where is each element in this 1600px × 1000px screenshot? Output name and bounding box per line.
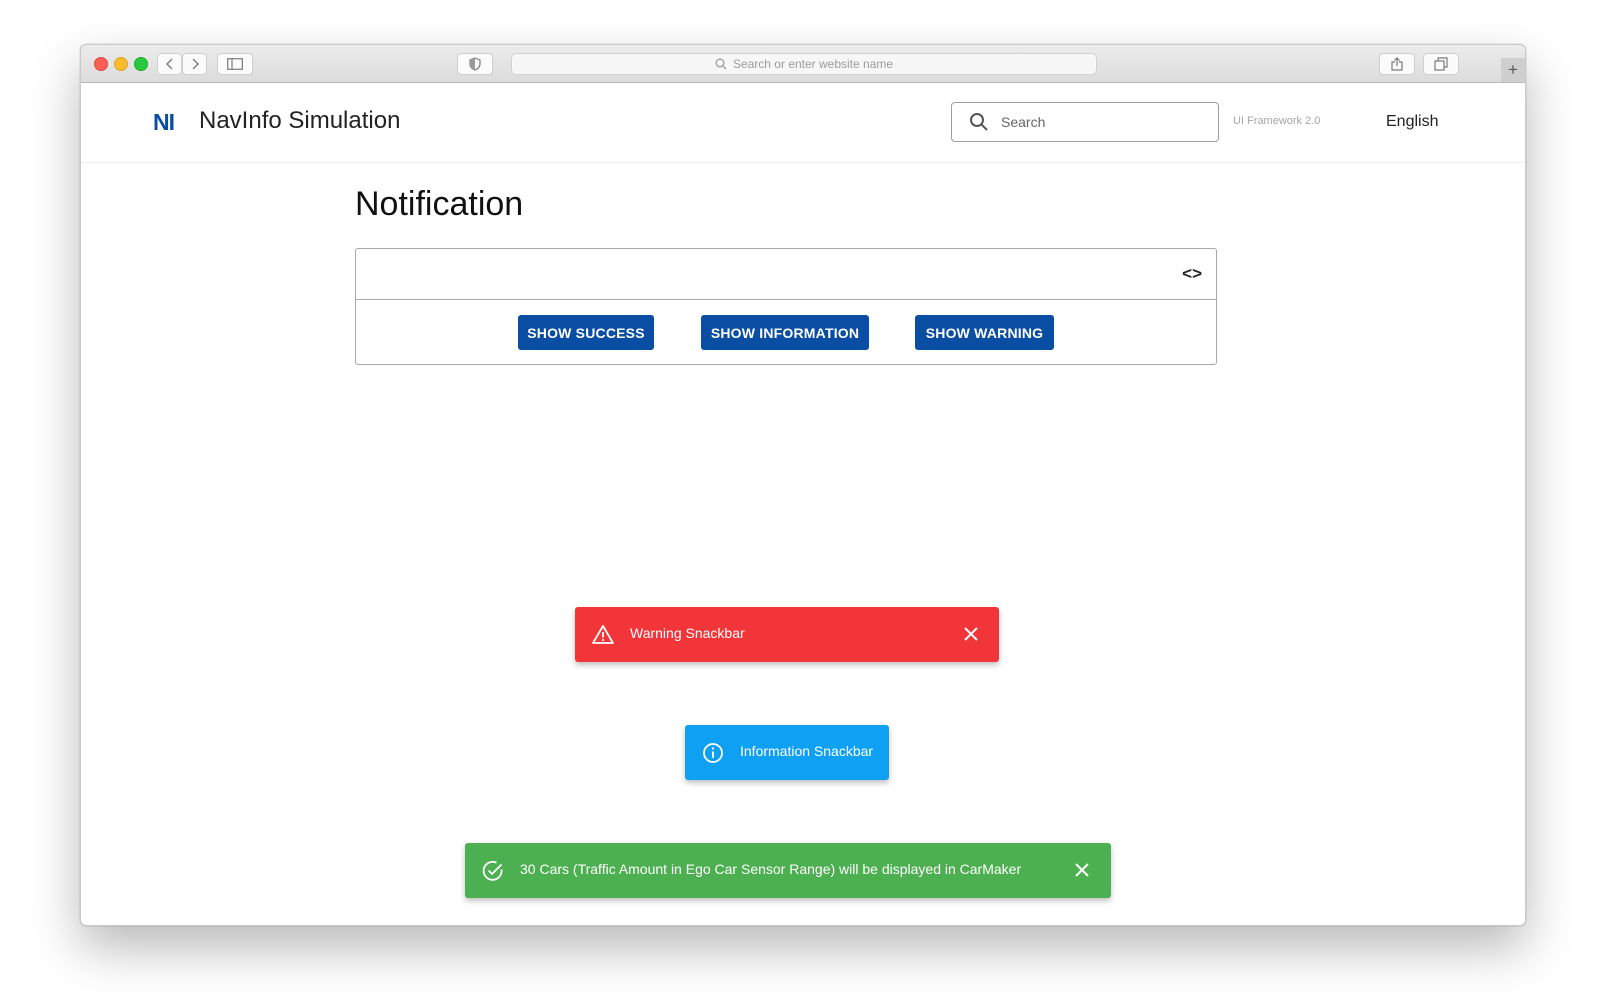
sidebar-toggle-button[interactable] [217, 53, 253, 75]
tabs-icon [1434, 57, 1448, 71]
info-circle-icon [703, 743, 723, 763]
address-bar-placeholder: Search or enter website name [732, 57, 894, 71]
show-success-button[interactable]: SHOW SUCCESS [518, 315, 654, 350]
demo-panel: <> SHOW SUCCESS SHOW INFORMATION SHOW WA… [355, 248, 1217, 365]
success-snackbar-message: 30 Cars (Traffic Amount in Ego Car Senso… [520, 861, 1022, 877]
warning-snackbar-message: Warning Snackbar [630, 625, 745, 641]
plus-icon: + [1508, 60, 1518, 79]
search-icon [970, 113, 988, 131]
framework-version: UI Framework 2.0 [1233, 115, 1321, 127]
chevron-right-icon [192, 58, 199, 70]
chevron-left-icon [165, 58, 172, 70]
show-information-button[interactable]: SHOW INFORMATION [701, 315, 869, 350]
check-circle-icon [482, 860, 503, 881]
language-selector[interactable]: English [1386, 113, 1438, 131]
privacy-shield-button[interactable] [457, 53, 493, 75]
warning-snackbar: Warning Snackbar [575, 607, 999, 662]
logo[interactable]: NI [153, 109, 175, 136]
information-snackbar-message: Information Snackbar [740, 743, 874, 759]
success-snackbar: 30 Cars (Traffic Amount in Ego Car Senso… [465, 843, 1111, 898]
demo-panel-toolbar: <> [356, 249, 1216, 300]
search-icon [715, 58, 727, 70]
close-window-button[interactable] [94, 57, 108, 71]
code-icon[interactable]: <> [1182, 264, 1202, 284]
back-button[interactable] [157, 53, 182, 75]
page-title: Notification [355, 185, 524, 223]
share-icon [1391, 57, 1403, 71]
show-warning-button[interactable]: SHOW WARNING [915, 315, 1054, 350]
forward-button[interactable] [182, 53, 207, 75]
close-icon[interactable] [1070, 858, 1094, 882]
tabs-overview-button[interactable] [1423, 53, 1459, 75]
app-title: NavInfo Simulation [199, 107, 401, 134]
browser-window: Search or enter website name + NI NavInf… [80, 44, 1526, 926]
app-content: NI NavInfo Simulation Search UI Framewor… [81, 83, 1525, 925]
close-icon[interactable] [959, 622, 983, 646]
app-header: NI NavInfo Simulation Search UI Framewor… [81, 83, 1525, 163]
search-input[interactable]: Search [951, 102, 1219, 142]
sidebar-icon [227, 58, 243, 70]
address-bar[interactable]: Search or enter website name [511, 53, 1097, 75]
information-snackbar: Information Snackbar [685, 725, 889, 780]
new-tab-button[interactable]: + [1501, 58, 1525, 82]
minimize-window-button[interactable] [114, 57, 128, 71]
shield-icon [469, 57, 481, 71]
warning-triangle-icon [592, 625, 614, 644]
browser-toolbar: Search or enter website name + [81, 45, 1525, 83]
zoom-window-button[interactable] [134, 57, 148, 71]
search-placeholder: Search [1001, 114, 1046, 130]
share-button[interactable] [1379, 53, 1415, 75]
